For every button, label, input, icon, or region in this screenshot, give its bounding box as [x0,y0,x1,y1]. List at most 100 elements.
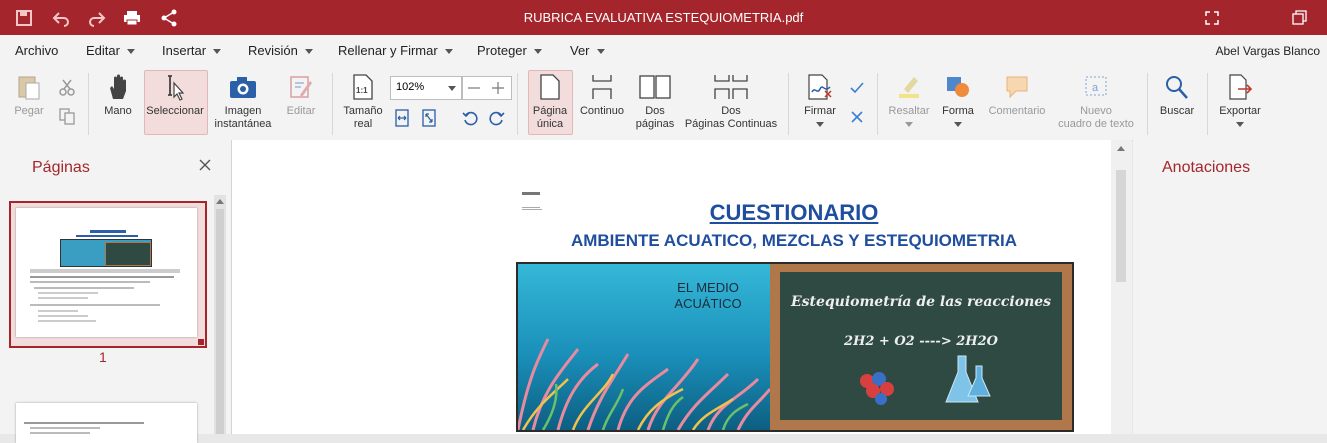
edit-button[interactable]: Editar [282,73,320,118]
menu-proteger[interactable]: Proteger [477,43,542,58]
fit-width-icon[interactable] [394,109,410,127]
two-pages-continuous-icon [714,75,748,99]
thumb-title-line [90,230,126,233]
scroll-up-icon[interactable] [1116,144,1126,152]
menu-insertar[interactable]: Insertar [162,43,222,58]
close-icon[interactable] [198,158,212,172]
comment-button[interactable]: Comentario [986,73,1048,118]
highlight-button[interactable]: Resaltar [886,73,932,127]
thumb-text-line [30,281,150,283]
thumb-text-line [30,304,160,306]
page-number-label: 1 [99,349,107,365]
chevron-down-icon [954,122,962,127]
select-tool-button[interactable]: Seleccionar [145,73,205,118]
zoom-controls [462,76,512,100]
molecule-icon [860,372,894,405]
ribbon-separator [877,73,878,135]
cut-icon[interactable] [58,78,76,96]
scrollbar-thumb[interactable] [1116,170,1126,282]
chevron-down-icon [816,122,824,127]
continuous-button[interactable]: Continuo [578,73,626,118]
continuous-icon [592,75,612,99]
new-textbox-button[interactable]: a Nuevo cuadro de texto [1055,73,1137,131]
thumb-banner [60,239,152,267]
pages-pane-title: Páginas [32,159,90,176]
hand-icon [110,74,126,99]
two-pages-continuous-button[interactable]: Dos Páginas Continuas [684,73,778,131]
document-banner-image: EL MEDIO ACUÁTICO Estequiometría de las r… [516,262,1074,432]
actual-size-button[interactable]: 1:1 Tamaño real [341,73,385,131]
comment-icon [1006,76,1028,99]
check-icon[interactable] [849,81,865,95]
thumbnails-scrollbar[interactable] [214,195,226,434]
shape-button[interactable]: Forma [938,73,978,127]
ribbon-separator [1147,73,1148,135]
svg-text:1:1: 1:1 [356,86,368,95]
banner-aquatic-text: EL MEDIO ACUÁTICO [674,280,742,311]
user-name[interactable]: Abel Vargas Blanco [1215,44,1320,58]
actual-size-icon: 1:1 [353,74,373,100]
thumb-text-line [38,292,98,294]
menu-editar[interactable]: Editar [86,43,135,58]
ribbon-separator [88,73,89,135]
chevron-down-icon [1236,122,1244,127]
restore-window-icon[interactable] [1290,9,1308,27]
fullscreen-icon[interactable] [1203,9,1221,27]
thumb-text-line [38,315,88,317]
chalkboard-equation: 2H2 + O2 ----> 2H2O [844,334,998,349]
text-cursor-icon [168,75,185,101]
document-scrollbar[interactable] [1111,140,1132,434]
fit-page-icon[interactable] [421,109,437,127]
page-thumbnail-2[interactable] [16,403,197,443]
menu-revision[interactable]: Revisión [248,43,313,58]
search-button[interactable]: Buscar [1156,73,1198,118]
paste-button[interactable]: Pegar [10,73,48,118]
thumb-text-line [38,297,88,299]
chevron-down-icon [213,49,222,55]
thumb-text-line [30,269,180,273]
export-button[interactable]: Exportar [1216,73,1264,127]
copy-icon[interactable] [58,107,76,125]
scroll-up-icon[interactable] [215,197,225,205]
paste-icon [18,76,40,100]
page-small-text [522,192,540,195]
rotate-left-icon[interactable] [462,110,478,126]
thumb-text-line [30,276,174,278]
single-page-icon [540,74,560,100]
menu-archivo[interactable]: Archivo [15,43,58,58]
chalkboard-title: Estequiometría de las reacciones [790,294,1052,310]
search-icon [1166,76,1188,99]
two-pages-icon [639,75,671,99]
textbox-icon: a [1085,76,1107,96]
chevron-down-icon [304,49,313,55]
hand-tool-button[interactable]: Mano [100,73,136,118]
zoom-in-icon[interactable] [491,81,505,95]
page-thumbnail[interactable] [16,208,197,337]
pages-pane: Páginas 1 [0,140,232,443]
zoom-select[interactable]: 102% [390,76,462,100]
highlighter-icon [899,77,919,98]
chevron-down-icon [533,49,542,55]
sign-button[interactable]: Firmar [798,73,842,127]
zoom-out-icon[interactable] [467,81,481,95]
menu-rellenar-firmar[interactable]: Rellenar y Firmar [338,43,453,58]
chevron-down-icon [126,49,135,55]
aquatic-image: EL MEDIO ACUÁTICO [518,264,770,430]
menu-ver[interactable]: Ver [570,43,605,58]
ribbon-separator [788,73,789,135]
shape-icon [947,77,969,97]
ribbon-separator [332,73,333,135]
camera-icon [230,77,256,98]
flask-icon [945,355,991,403]
annotations-pane-title: Anotaciones [1162,159,1251,176]
resize-handle[interactable] [198,339,204,345]
edit-document-icon [290,76,312,98]
snapshot-button[interactable]: Imagen instantánea [212,73,274,131]
two-pages-button[interactable]: Dos páginas [632,73,678,131]
cross-icon[interactable] [850,110,864,124]
document-page[interactable]: CUESTIONARIO AMBIENTE ACUATICO, MEZCLAS … [512,176,1076,434]
title-bar: RUBRICA EVALUATIVA ESTEQUIOMETRIA.pdf [0,0,1327,35]
coral-reef-image [518,338,770,430]
rotate-right-icon[interactable] [489,110,505,126]
single-page-button[interactable]: Página única [529,73,571,131]
